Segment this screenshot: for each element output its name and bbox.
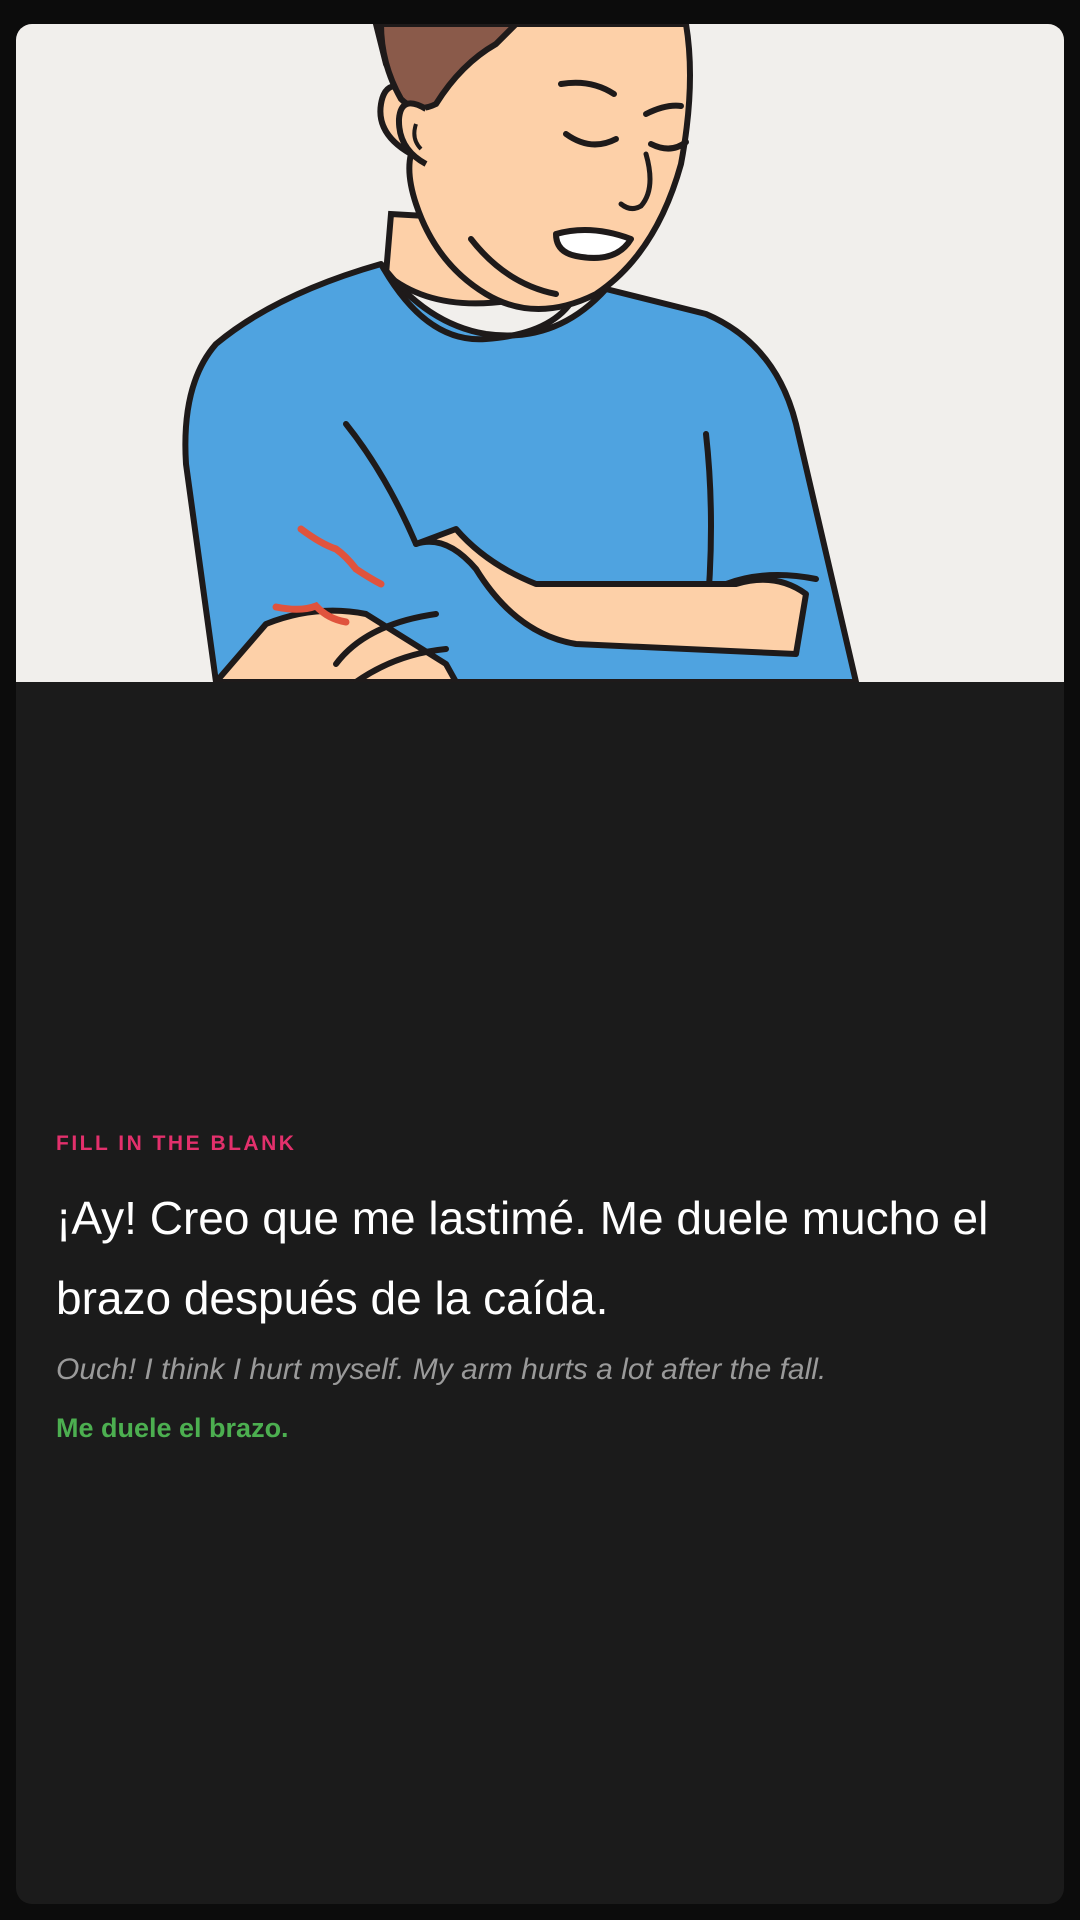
english-translation: Ouch! I think I hurt myself. My arm hurt… bbox=[56, 1353, 827, 1386]
flashcard: FILL IN THE BLANK ¡Ay! Creo que me lasti… bbox=[16, 24, 1064, 1904]
illustration-image bbox=[16, 24, 1064, 682]
exercise-content: FILL IN THE BLANK ¡Ay! Creo que me lasti… bbox=[56, 1132, 1024, 1446]
spanish-sentence: ¡Ay! Creo que me lastimé. Me duele mucho… bbox=[56, 1192, 989, 1324]
correct-answer: Me duele el brazo. bbox=[56, 1413, 289, 1443]
exercise-type-label: FILL IN THE BLANK bbox=[56, 1132, 297, 1155]
